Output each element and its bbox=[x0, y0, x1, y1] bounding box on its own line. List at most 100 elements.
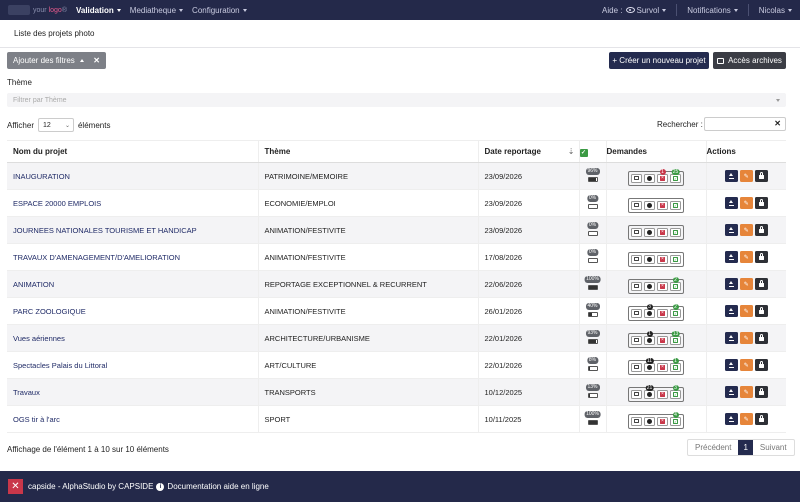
edit-button[interactable]: ✎ bbox=[739, 332, 753, 344]
nav-user[interactable]: Nicolas bbox=[759, 6, 792, 15]
request-rejected-button[interactable]: × bbox=[657, 389, 668, 399]
lock-button[interactable] bbox=[754, 197, 768, 209]
sort-desc-icon[interactable]: ⇣ bbox=[568, 147, 575, 156]
request-images-button[interactable] bbox=[631, 416, 642, 426]
table-row[interactable]: OGS tir à l'arc SPORT 10/11/2025 100% × … bbox=[7, 405, 786, 433]
request-pending-button[interactable] bbox=[644, 254, 655, 264]
request-images-button[interactable] bbox=[631, 281, 642, 291]
request-approved-button[interactable]: ✓ bbox=[670, 254, 681, 264]
nav-mediatheque[interactable]: Mediatheque bbox=[130, 6, 184, 15]
request-pending-button[interactable]: 1 bbox=[644, 330, 655, 345]
request-approved-button[interactable]: 13 ✓ bbox=[670, 330, 681, 345]
project-name-link[interactable]: ANIMATION bbox=[7, 270, 258, 298]
next-page-button[interactable]: Suivant bbox=[753, 440, 794, 455]
edit-button[interactable]: ✎ bbox=[739, 197, 753, 209]
prev-page-button[interactable]: Précédent bbox=[688, 440, 738, 455]
lock-button[interactable] bbox=[754, 332, 768, 344]
upload-button[interactable] bbox=[724, 359, 738, 371]
request-approved-button[interactable]: 1 ✓ bbox=[670, 357, 681, 372]
project-name-link[interactable]: INAUGURATION bbox=[7, 162, 258, 190]
table-row[interactable]: INAUGURATION PATRIMOINE/MEMOIRE 23/09/20… bbox=[7, 162, 786, 190]
request-rejected-button[interactable]: × bbox=[657, 227, 668, 237]
request-rejected-button[interactable]: × bbox=[657, 281, 668, 291]
lock-button[interactable] bbox=[754, 224, 768, 236]
request-pending-button[interactable] bbox=[644, 173, 655, 183]
request-images-button[interactable] bbox=[631, 173, 642, 183]
request-approved-button[interactable]: 2 ✓ bbox=[670, 303, 681, 318]
project-name-link[interactable]: PARC ZOOLOGIQUE bbox=[7, 297, 258, 325]
edit-button[interactable]: ✎ bbox=[739, 359, 753, 371]
request-images-button[interactable] bbox=[631, 335, 642, 345]
request-approved-button[interactable]: ✓ bbox=[670, 200, 681, 210]
project-name-link[interactable]: Vues aériennes bbox=[7, 324, 258, 352]
request-images-button[interactable] bbox=[631, 362, 642, 372]
edit-button[interactable]: ✎ bbox=[739, 224, 753, 236]
request-approved-button[interactable]: ✓ bbox=[670, 227, 681, 237]
col-name[interactable]: Nom du projet bbox=[7, 140, 258, 163]
project-name-link[interactable]: JOURNEES NATIONALES TOURISME ET HANDICAP bbox=[7, 216, 258, 244]
edit-button[interactable]: ✎ bbox=[739, 251, 753, 263]
project-name-link[interactable]: TRAVAUX D'AMENAGEMENT/D'AMELIORATION bbox=[7, 243, 258, 271]
theme-select[interactable]: Filtrer par Thème bbox=[7, 93, 786, 107]
upload-button[interactable] bbox=[724, 413, 738, 425]
request-rejected-button[interactable]: × bbox=[657, 416, 668, 426]
nav-validation[interactable]: Validation bbox=[76, 6, 121, 15]
request-pending-button[interactable] bbox=[644, 281, 655, 291]
table-row[interactable]: Travaux TRANSPORTS 10/12/2025 13% 21 × 3… bbox=[7, 378, 786, 406]
search-input[interactable]: ✕ bbox=[704, 117, 786, 131]
request-images-button[interactable] bbox=[631, 227, 642, 237]
table-row[interactable]: Spectacles Palais du Littoral ART/CULTUR… bbox=[7, 351, 786, 379]
request-rejected-button[interactable]: 1 × bbox=[657, 168, 668, 183]
request-images-button[interactable] bbox=[631, 308, 642, 318]
request-rejected-button[interactable]: × bbox=[657, 308, 668, 318]
close-icon[interactable]: ✕ bbox=[93, 56, 100, 65]
request-pending-button[interactable] bbox=[644, 416, 655, 426]
request-pending-button[interactable] bbox=[644, 227, 655, 237]
upload-button[interactable] bbox=[724, 251, 738, 263]
request-images-button[interactable] bbox=[631, 389, 642, 399]
request-images-button[interactable] bbox=[631, 254, 642, 264]
documentation-link[interactable]: Documentation aide en ligne bbox=[167, 482, 268, 491]
nav-notifications[interactable]: Notifications bbox=[687, 6, 738, 15]
request-pending-button[interactable]: 3 bbox=[644, 303, 655, 318]
lock-button[interactable] bbox=[754, 170, 768, 182]
request-approved-button[interactable]: 25 ✓ bbox=[670, 168, 681, 183]
page-1-button[interactable]: 1 bbox=[738, 440, 753, 455]
col-check[interactable]: ✓ bbox=[578, 140, 606, 163]
table-row[interactable]: JOURNEES NATIONALES TOURISME ET HANDICAP… bbox=[7, 216, 786, 244]
col-date[interactable]: Date reportage ⇣ bbox=[477, 140, 579, 163]
request-rejected-button[interactable]: × bbox=[657, 335, 668, 345]
table-row[interactable]: PARC ZOOLOGIQUE ANIMATION/FESTIVITE 26/0… bbox=[7, 297, 786, 325]
col-theme[interactable]: Thème bbox=[257, 140, 478, 163]
lock-button[interactable] bbox=[754, 278, 768, 290]
project-name-link[interactable]: OGS tir à l'arc bbox=[7, 405, 258, 433]
lock-button[interactable] bbox=[754, 359, 768, 371]
project-name-link[interactable]: Travaux bbox=[7, 378, 258, 406]
upload-button[interactable] bbox=[724, 305, 738, 317]
nav-configuration[interactable]: Configuration bbox=[192, 6, 247, 15]
table-row[interactable]: TRAVAUX D'AMENAGEMENT/D'AMELIORATION ANI… bbox=[7, 243, 786, 271]
request-pending-button[interactable] bbox=[644, 200, 655, 210]
project-name-link[interactable]: Spectacles Palais du Littoral bbox=[7, 351, 258, 379]
edit-button[interactable]: ✎ bbox=[739, 170, 753, 182]
request-rejected-button[interactable]: × bbox=[657, 200, 668, 210]
page-length-select[interactable]: 12 ⌄ bbox=[37, 118, 74, 132]
request-approved-button[interactable]: 2 ✓ bbox=[670, 276, 681, 291]
request-pending-button[interactable]: 21 bbox=[644, 384, 655, 399]
edit-button[interactable]: ✎ bbox=[739, 278, 753, 290]
brand-logo[interactable]: your logo® bbox=[8, 5, 67, 15]
request-rejected-button[interactable]: × bbox=[657, 362, 668, 372]
request-approved-button[interactable]: 3 ✓ bbox=[670, 384, 681, 399]
upload-button[interactable] bbox=[724, 386, 738, 398]
lock-button[interactable] bbox=[754, 386, 768, 398]
request-approved-button[interactable]: 4 ✓ bbox=[670, 411, 681, 426]
request-images-button[interactable] bbox=[631, 200, 642, 210]
add-filters-button[interactable]: Ajouter des filtres ✕ bbox=[7, 52, 106, 69]
request-rejected-button[interactable]: × bbox=[657, 254, 668, 264]
archives-button[interactable]: Accès archives bbox=[713, 52, 786, 69]
upload-button[interactable] bbox=[724, 170, 738, 182]
clear-icon[interactable]: ✕ bbox=[774, 119, 781, 128]
lock-button[interactable] bbox=[754, 251, 768, 263]
request-pending-button[interactable]: 11 bbox=[644, 357, 655, 372]
upload-button[interactable] bbox=[724, 197, 738, 209]
